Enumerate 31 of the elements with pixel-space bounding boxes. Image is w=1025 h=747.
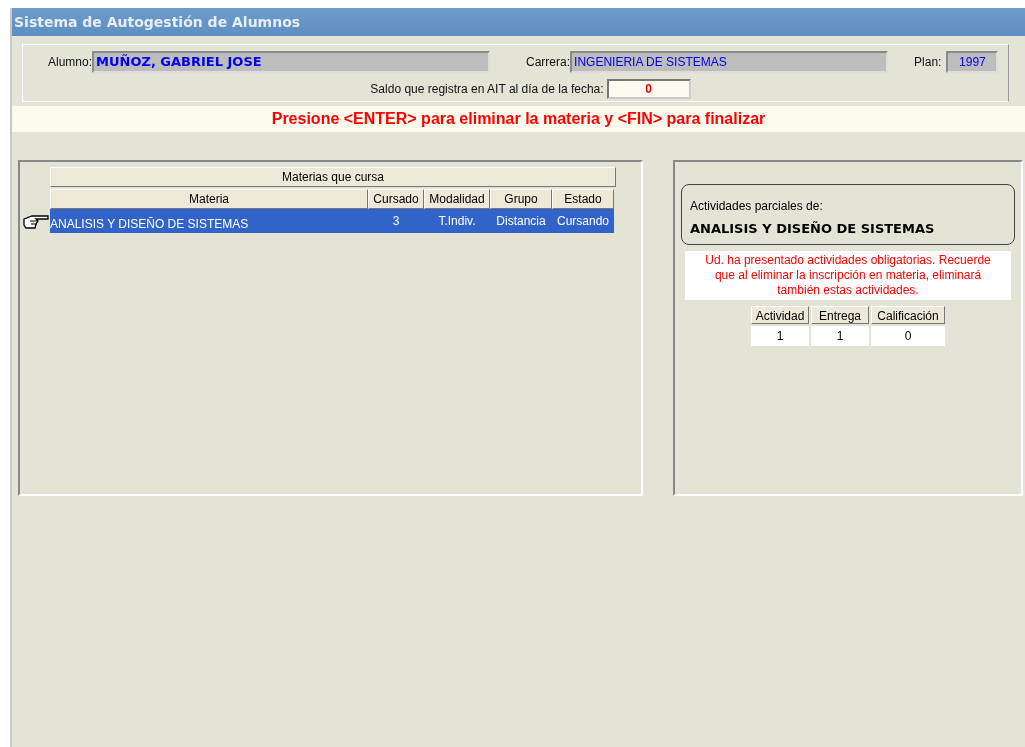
carrera-label: Carrera: [526,55,571,69]
column-header[interactable]: Cursado [368,189,424,209]
plan-field: 1997 [946,51,999,73]
table-row[interactable]: ANALISIS Y DISEÑO DE SISTEMAS 3 T.Indiv. Distancia Cursando [50,209,614,233]
table-cell: 0 [871,326,945,346]
column-header[interactable]: Actividad [751,306,809,324]
column-header[interactable]: Entrega [811,306,869,324]
table-title: Materias que cursa [50,167,616,187]
window-title: Sistema de Autogestión de Alumnos [14,14,301,30]
saldo-field: 0 [606,79,691,99]
plan-label: Plan: [914,55,942,69]
table-cell: 1 [811,326,869,346]
activities-heading: Actividades parciales de: [690,199,824,213]
warning-message: Ud. ha presentado actividades obligatorias. Recuerde que al eliminar la inscripción en materia, eliminará también estas actividades. [685,251,1011,300]
alumno-label: Alumno: [48,55,93,69]
carrera-field: INGENIERIA DE SISTEMAS [570,51,889,73]
column-header[interactable]: Modalidad [424,189,490,209]
table-cell-text: Distancia [495,214,547,228]
activities-subject: ANALISIS Y DISEÑO DE SISTEMAS [690,221,936,236]
alumno-field: MUÑOZ, GABRIEL JOSE [92,51,491,73]
table-cell: 1 [751,326,809,346]
table-cell-text: T.Indiv. [437,214,477,228]
table-cell-text: 3 [391,214,401,228]
table-cell-text: Cursando [556,214,610,228]
column-header[interactable]: Materia [50,189,368,209]
column-header[interactable]: Calificación [871,306,945,324]
instruction-text: Presione <ENTER> para eliminar la materia y <FIN> para finalizar [271,110,766,128]
column-header[interactable]: Grupo [490,189,552,209]
column-header[interactable]: Estado [552,189,614,209]
saldo-label: Saldo que registra en AIT al día de la fecha: [370,82,604,96]
table-cell-text: ANALISIS Y DISEÑO DE SISTEMAS [50,215,250,231]
